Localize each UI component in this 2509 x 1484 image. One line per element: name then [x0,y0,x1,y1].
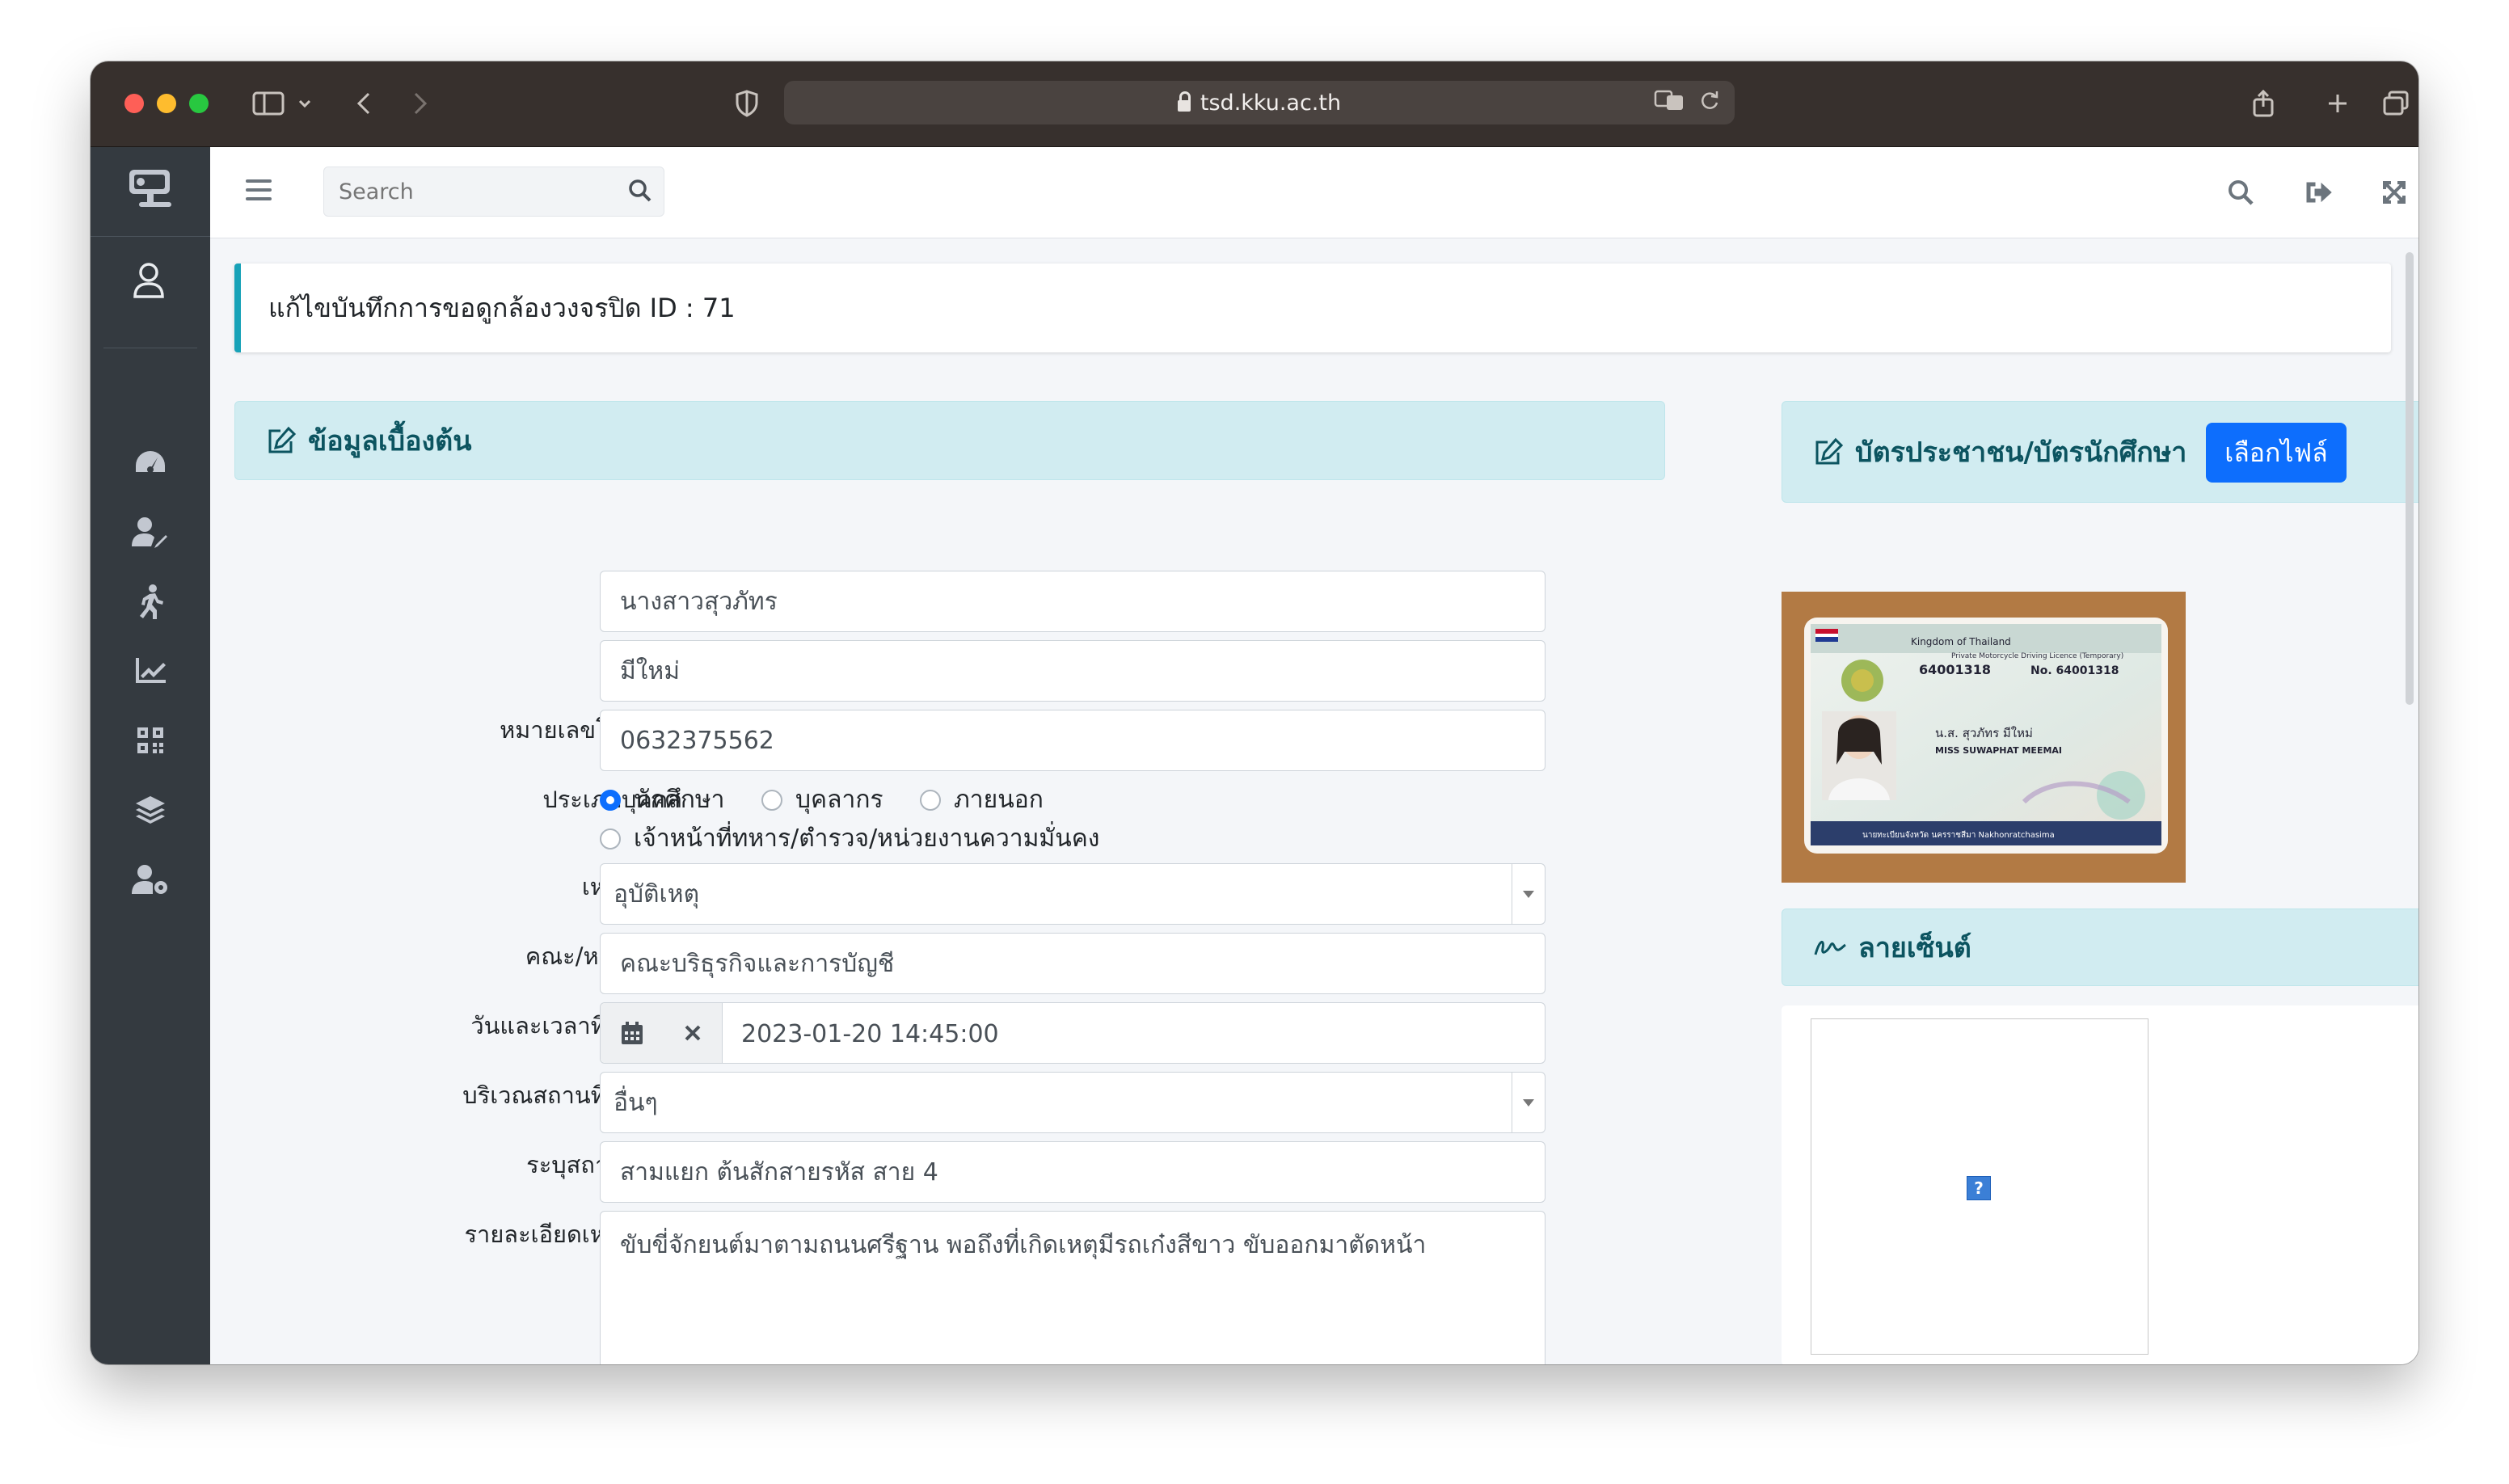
event-dropdown-caret[interactable] [1512,864,1545,924]
signature-header: ลายเซ็นต์ [1782,909,2418,986]
edit-icon [1815,437,1844,465]
phone-input[interactable]: 0632375562 [600,710,1545,771]
page-scrollbar[interactable] [2406,252,2414,705]
sidebar [91,147,210,1364]
chevron-down-icon[interactable] [296,82,314,124]
signature-title: ลายเซ็นต์ [1858,932,1971,964]
faculty-input[interactable]: คณะบริธุรกิจและการบัญชี [600,933,1545,994]
logout-icon[interactable] [2300,175,2336,210]
other-place-value: สามแยก ต้นสักสายรหัส สาย 4 [620,1157,938,1187]
shield-icon[interactable] [731,82,763,124]
edit-icon [268,426,297,453]
name-value: นางสาวสุวภัทร [620,587,778,616]
navbar-search-icon[interactable] [2223,175,2258,210]
basic-info-header: ข้อมูลเบื้องต้น [234,401,1665,480]
signature-image: ? [1811,1018,2148,1355]
idcard-name-en: MISS SUWAPHAT MEEMAI [1935,745,2062,756]
reload-icon[interactable] [1699,89,1720,117]
minimize-window-button[interactable] [157,94,176,113]
user-edit-icon[interactable] [131,514,170,550]
sidebar-toggle-icon[interactable] [249,82,288,124]
area-select[interactable]: อื่นๆ [600,1072,1545,1133]
browser-window: tsd.kku.ac.th Search แก้ไขบันทึกการขอดูก… [91,61,2418,1364]
qrcode-icon[interactable] [131,723,170,758]
tab-overview-icon[interactable] [2380,82,2412,124]
surname-value: มีใหม่ [620,656,680,685]
basic-info-title: ข้อมูลเบื้องต้น [308,425,472,457]
running-person-icon[interactable] [131,584,170,619]
broken-image-icon: ? [1967,1176,1991,1200]
faculty-value: คณะบริธุรกิจและการบัญชี [620,949,895,978]
clear-date-icon[interactable] [664,1003,723,1063]
share-icon[interactable] [2247,82,2279,124]
translate-icon[interactable] [1654,89,1685,117]
top-navbar [210,147,2418,238]
choose-file-button[interactable]: เลือกไฟล์ [2206,423,2347,483]
search-icon[interactable] [628,179,652,206]
idcard-line2: Private Motorcycle Driving Licence (Temp… [1951,652,2123,660]
detail-textarea[interactable]: ขับขี่จักยนต์มาตามถนนศรีฐาน พอถึงที่เกิด… [600,1211,1545,1364]
user-settings-icon[interactable] [131,862,170,897]
radio-outsider[interactable]: ภายนอก [920,781,1044,819]
menu-toggle-icon[interactable] [246,179,272,200]
idcard-header: บัตรประชาชน/บัตรนักศึกษา เลือกไฟล์ [1782,401,2418,503]
maximize-window-button[interactable] [189,94,209,113]
forward-button[interactable] [404,82,436,124]
other-place-input[interactable]: สามแยก ต้นสักสายรหัส สาย 4 [600,1141,1545,1203]
browser-titlebar: tsd.kku.ac.th [91,61,2418,147]
page-title-card: แก้ไขบันทึกการขอดูกล้องวงจรปิด ID : 71 [234,263,2391,352]
radio-staff[interactable]: บุคลากร [761,781,883,819]
user-profile-icon[interactable] [133,262,165,302]
idcard-no: No. 64001318 [2030,664,2119,677]
cctv-logo-icon[interactable] [123,162,179,210]
detail-value: ขับขี่จักยนต์มาตามถนนศรีฐาน พอถึงที่เกิด… [620,1231,1427,1259]
signature-panel: ? [1782,1005,2418,1364]
address-bar[interactable]: tsd.kku.ac.th [784,81,1735,124]
calendar-icon[interactable] [601,1003,664,1063]
phone-value: 0632375562 [620,726,774,755]
surname-input[interactable]: มีใหม่ [600,640,1545,702]
main-content: แก้ไขบันทึกการขอดูกล้องวงจรปิด ID : 71 ข… [210,147,2418,1364]
fullscreen-icon[interactable] [2376,175,2412,210]
event-value: อุบัติเหตุ [614,879,700,909]
dashboard-icon[interactable] [131,445,170,480]
idcard-title: บัตรประชาชน/บัตรนักศึกษา [1855,436,2187,469]
new-tab-icon[interactable] [2323,82,2352,124]
event-select[interactable]: อุบัติเหตุ [600,863,1545,925]
close-window-button[interactable] [124,94,144,113]
idcard-number: 64001318 [1919,662,1991,677]
idcard-image: Kingdom of Thailand Private Motorcycle D… [1782,592,2186,883]
name-input[interactable]: นางสาวสุวภัทร [600,571,1545,632]
radio-student[interactable]: นักศึกษา [600,781,725,819]
search-input[interactable] [324,167,615,216]
area-dropdown-caret[interactable] [1512,1073,1545,1132]
chart-line-icon[interactable] [131,653,170,689]
radio-outsider-label: ภายนอก [954,786,1044,814]
radio-security-officer[interactable]: เจ้าหน้าที่ทหาร/ตำรวจ/หน่วยงานความมั่นคง [600,820,1099,858]
url-text: tsd.kku.ac.th [1200,90,1342,116]
radio-security-officer-label: เจ้าหน้าที่ทหาร/ตำรวจ/หน่วยงานความมั่นคง [634,824,1100,853]
idcard-line1: Kingdom of Thailand [1911,636,2011,647]
datetime-input[interactable] [723,1003,1551,1065]
idcard-name-th: น.ส. สุวภัทร มีใหม่ [1935,726,2033,741]
area-value: อื่นๆ [614,1088,658,1117]
back-button[interactable] [348,82,380,124]
datetime-field [600,1002,1551,1065]
signature-icon [1814,941,1846,955]
page-title: แก้ไขบันทึกการขอดูกล้องวงจรปิด ID : 71 [268,292,736,323]
radio-staff-label: บุคลากร [795,786,883,814]
radio-student-label: นักศึกษา [634,786,725,814]
layers-icon[interactable] [131,792,170,828]
search-box [323,167,664,217]
lock-icon [1177,91,1191,112]
idcard-footer: นายทะเบียนจังหวัด นครราชสีมา Nakhonratch… [1862,830,2055,840]
